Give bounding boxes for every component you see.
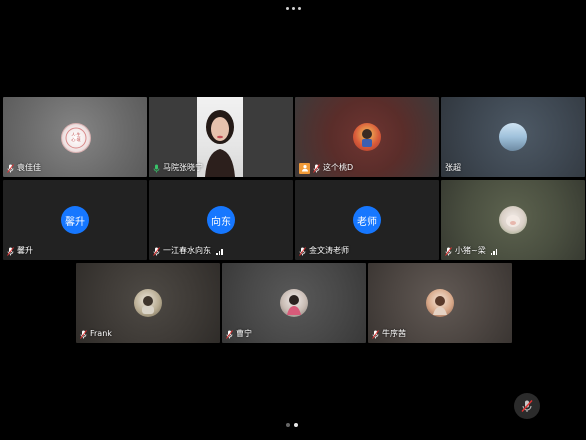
avatar: 馨升 — [61, 206, 89, 234]
participant-name: 曹宁 — [236, 329, 252, 338]
participant-tile[interactable]: Frank — [76, 263, 220, 343]
svg-text:心·境: 心·境 — [71, 136, 80, 142]
microphone-muted-icon — [299, 246, 306, 256]
signal-strength-icon — [490, 248, 498, 255]
participant-label: 一江春水向东 — [153, 245, 223, 257]
microphone-muted-icon — [7, 246, 14, 256]
participant-label: 牛序茜 — [372, 328, 406, 340]
participant-tile[interactable]: 向东 一江春水向东 — [149, 180, 293, 260]
microphone-muted-icon — [7, 163, 14, 173]
participant-name: 张超 — [445, 163, 461, 172]
participant-name: 金文涛老师 — [309, 246, 349, 255]
microphone-active-icon — [153, 164, 160, 173]
participant-tile[interactable]: 馨升 馨升 — [3, 180, 147, 260]
participant-tile-active-speaker[interactable]: 马院张晓宁 — [149, 97, 293, 177]
avatar: 人·生 心·境 — [61, 123, 91, 153]
participant-name: Frank — [90, 329, 112, 338]
participant-tile[interactable]: 曹宁 — [222, 263, 366, 343]
meeting-gallery-view: 人·生 心·境 袁佳佳 马院张晓宁 这个桃D 张超 馨升 馨升 向东 一江春水向… — [0, 0, 586, 440]
participant-label: Frank — [80, 328, 112, 340]
mute-button[interactable] — [514, 393, 540, 419]
microphone-muted-icon — [445, 246, 452, 256]
participant-tile[interactable]: 老师 金文涛老师 — [295, 180, 439, 260]
avatar — [426, 289, 454, 317]
avatar — [499, 206, 527, 234]
participant-name: 一江春水向东 — [163, 246, 211, 255]
participant-label: 小猪~梁 — [445, 245, 498, 257]
participant-name: 这个桃D — [323, 163, 354, 172]
microphone-muted-icon — [313, 163, 320, 173]
participant-tile[interactable]: 人·生 心·境 袁佳佳 — [3, 97, 147, 177]
person-badge-icon — [299, 162, 310, 174]
avatar: 老师 — [353, 206, 381, 234]
participant-tile[interactable]: 这个桃D — [295, 97, 439, 177]
participant-label: 馨升 — [7, 245, 33, 257]
microphone-muted-icon — [80, 329, 87, 339]
avatar — [134, 289, 162, 317]
page-dot-current[interactable] — [294, 423, 298, 427]
participant-tile[interactable]: 牛序茜 — [368, 263, 512, 343]
microphone-muted-icon — [372, 329, 379, 339]
microphone-muted-icon — [226, 329, 233, 339]
participant-name: 马院张晓宁 — [163, 163, 203, 172]
signal-strength-icon — [216, 248, 223, 255]
avatar — [353, 123, 381, 151]
participant-tile[interactable]: 小猪~梁 — [441, 180, 585, 260]
participant-name: 小猪~梁 — [455, 246, 486, 255]
participant-name: 袁佳佳 — [17, 163, 41, 172]
avatar: 向东 — [207, 206, 235, 234]
participant-label: 张超 — [445, 162, 461, 174]
participant-label: 袁佳佳 — [7, 162, 41, 174]
microphone-muted-icon — [521, 400, 533, 412]
participant-label: 金文涛老师 — [299, 245, 349, 257]
avatar — [499, 123, 527, 151]
participant-label: 这个桃D — [299, 162, 353, 174]
more-options-icon[interactable] — [283, 5, 303, 11]
participant-label: 马院张晓宁 — [153, 162, 203, 174]
avatar — [280, 289, 308, 317]
participant-video — [197, 97, 243, 177]
participant-label: 曹宁 — [226, 328, 252, 340]
page-indicator[interactable] — [286, 423, 298, 427]
participant-tile[interactable]: 张超 — [441, 97, 585, 177]
participant-name: 牛序茜 — [382, 329, 406, 338]
page-dot[interactable] — [286, 423, 290, 427]
microphone-muted-icon — [153, 246, 160, 256]
participant-name: 馨升 — [17, 246, 33, 255]
